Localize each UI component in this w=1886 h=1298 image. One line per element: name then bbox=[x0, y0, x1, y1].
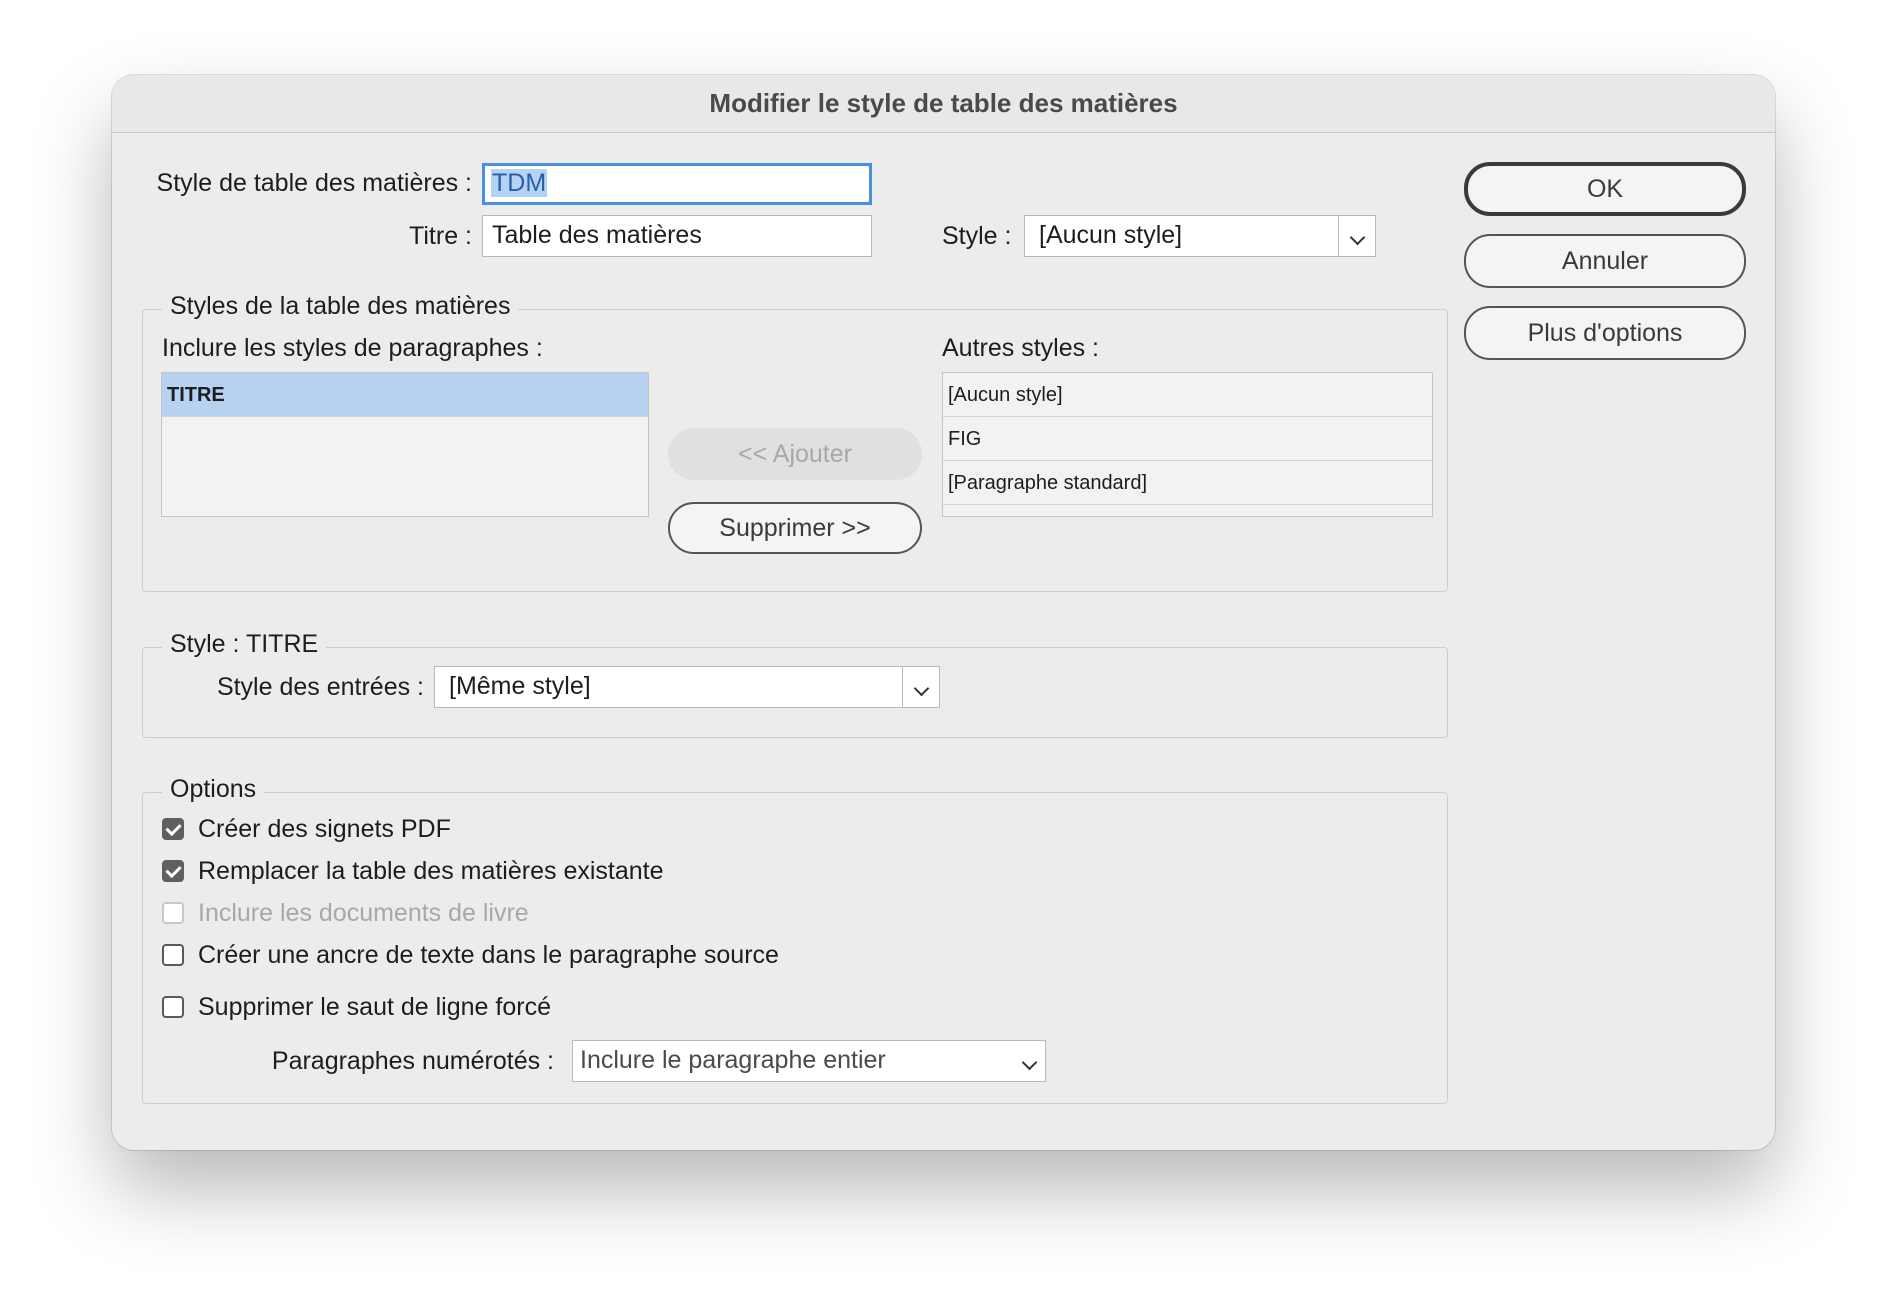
entries-style-select[interactable]: [Même style] bbox=[434, 666, 940, 708]
toc-style-label: Style de table des matières : bbox=[156, 169, 472, 197]
checkbox-label: Remplacer la table des matières existant… bbox=[198, 857, 664, 885]
toc-style-value: TDM bbox=[491, 169, 548, 197]
list-item[interactable]: [Aucun style] bbox=[943, 373, 1432, 417]
toc-style-field[interactable]: TDM bbox=[482, 163, 872, 205]
title-style-select[interactable]: [Aucun style] bbox=[1024, 215, 1376, 257]
list-item[interactable]: TITRE bbox=[162, 373, 648, 417]
entries-style-value: [Même style] bbox=[449, 672, 591, 700]
title-label: Titre : bbox=[409, 222, 472, 250]
checkbox-unchecked-icon bbox=[162, 944, 184, 966]
toc-style-dialog: Modifier le style de table des matières … bbox=[112, 75, 1775, 1150]
chevron-down-icon bbox=[902, 667, 939, 707]
include-styles-label: Inclure les styles de paragraphes : bbox=[162, 334, 543, 362]
chevron-down-icon bbox=[1338, 216, 1375, 256]
more-options-button[interactable]: Plus d'options bbox=[1464, 306, 1746, 360]
options-legend: Options bbox=[162, 775, 265, 804]
numbered-paragraphs-select[interactable]: Inclure le paragraphe entier bbox=[572, 1040, 1046, 1082]
cancel-button[interactable]: Annuler bbox=[1464, 234, 1746, 288]
checkbox-checked-icon bbox=[162, 860, 184, 882]
ok-button[interactable]: OK bbox=[1464, 162, 1746, 216]
checkbox-label: Créer des signets PDF bbox=[198, 815, 451, 843]
entries-style-label: Style des entrées : bbox=[216, 673, 424, 701]
title-style-label: Style : bbox=[942, 222, 1012, 250]
list-item[interactable]: [Paragraphe standard] bbox=[943, 461, 1432, 505]
add-button[interactable]: << Ajouter bbox=[668, 428, 922, 480]
style-entry-legend: Style : TITRE bbox=[162, 630, 327, 659]
chevron-down-icon bbox=[1021, 1041, 1038, 1079]
dialog-title: Modifier le style de table des matières bbox=[112, 75, 1775, 133]
checkbox-unchecked-icon bbox=[162, 996, 184, 1018]
toc-styles-legend: Styles de la table des matières bbox=[162, 292, 519, 321]
checkbox-unchecked-icon bbox=[162, 902, 184, 924]
title-field[interactable]: Table des matières bbox=[482, 215, 872, 257]
checkbox-checked-icon bbox=[162, 818, 184, 840]
list-item[interactable]: FIG bbox=[943, 417, 1432, 461]
remove-button[interactable]: Supprimer >> bbox=[668, 502, 922, 554]
numbered-paragraphs-value: Inclure le paragraphe entier bbox=[580, 1046, 886, 1074]
checkbox-label: Supprimer le saut de ligne forcé bbox=[198, 993, 551, 1021]
other-styles-label: Autres styles : bbox=[942, 334, 1099, 362]
other-styles-list[interactable]: [Aucun style] FIG [Paragraphe standard] bbox=[942, 372, 1433, 517]
checkbox-label: Inclure les documents de livre bbox=[198, 899, 529, 927]
numbered-paragraphs-label: Paragraphes numérotés : bbox=[271, 1047, 554, 1075]
title-style-value: [Aucun style] bbox=[1039, 221, 1183, 249]
checkbox-label: Créer une ancre de texte dans le paragra… bbox=[198, 941, 779, 969]
included-styles-list[interactable]: TITRE bbox=[161, 372, 649, 517]
